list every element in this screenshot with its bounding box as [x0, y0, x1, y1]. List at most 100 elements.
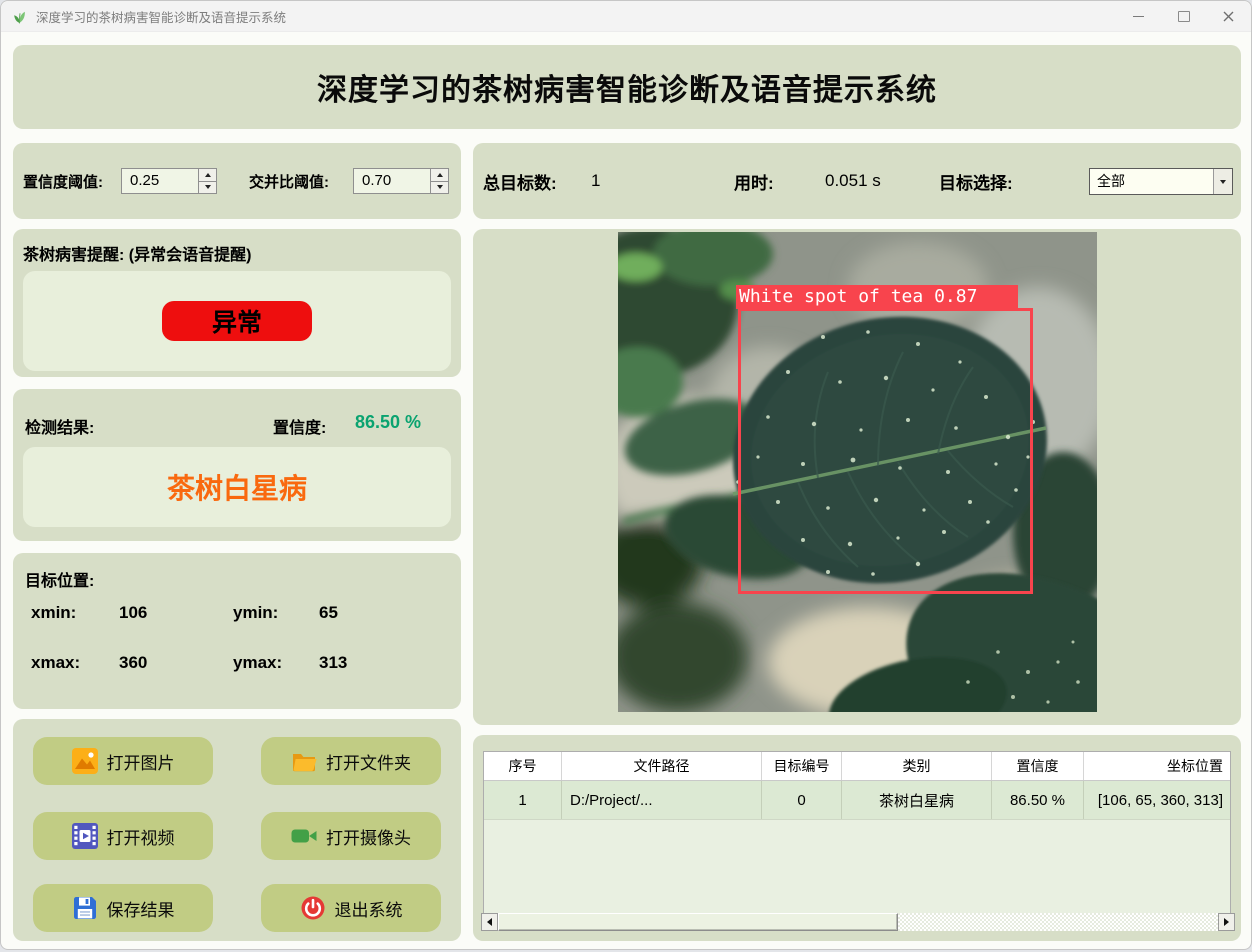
table-header-target-id: 目标编号: [762, 752, 842, 780]
open-video-button[interactable]: 打开视频: [33, 812, 213, 860]
save-icon: [72, 895, 98, 921]
open-folder-button[interactable]: 打开文件夹: [261, 737, 441, 785]
save-result-button[interactable]: 保存结果: [33, 884, 213, 932]
table-header-class: 类别: [842, 752, 992, 780]
spinner-arrows: [430, 169, 448, 193]
button-label: 打开摄像头: [326, 828, 411, 848]
cell-index: 1: [484, 781, 562, 819]
disease-name: 茶树白星病: [166, 473, 307, 504]
power-icon: [300, 895, 326, 921]
action-buttons-panel: 打开图片 打开文件夹 打开视频 打开摄像头 保存结果 退出系统: [13, 719, 461, 941]
table-header-row: 序号 文件路径 目标编号 类别 置信度 坐标位置: [484, 752, 1230, 780]
table-header-confidence: 置信度: [992, 752, 1084, 780]
minimize-icon: [1133, 15, 1144, 17]
confidence-value: 86.50 %: [355, 412, 422, 432]
right-arrow-icon: [1224, 918, 1229, 926]
stats-panel: 总目标数: 1 用时: 0.051 s 目标选择: 全部: [473, 143, 1241, 219]
results-table-panel: 序号 文件路径 目标编号 类别 置信度 坐标位置 1 D:/Project/..…: [473, 735, 1241, 941]
window-title: 深度学习的茶树病害智能诊断及语音提示系统: [36, 10, 287, 25]
total-targets-value: 1: [591, 171, 601, 190]
ymax-label: ymax:: [233, 653, 283, 672]
cell-target-id: 0: [762, 781, 842, 819]
ymax-value: 313: [319, 653, 348, 672]
close-button[interactable]: [1206, 1, 1251, 31]
button-label: 退出系统: [334, 900, 403, 920]
table-header-coords: 坐标位置: [1167, 758, 1223, 774]
up-arrow-icon: [436, 172, 443, 177]
button-label: 打开视频: [106, 828, 175, 848]
iou-threshold-value[interactable]: 0.70: [362, 169, 391, 193]
dropdown-arrow-button[interactable]: [1213, 169, 1232, 194]
maximize-button[interactable]: [1161, 1, 1206, 31]
title-bar: 深度学习的茶树病害智能诊断及语音提示系统: [1, 1, 1251, 32]
exit-system-button[interactable]: 退出系统: [261, 884, 441, 932]
app-leaf-icon: [11, 8, 28, 25]
button-label: 保存结果: [106, 900, 175, 920]
iou-threshold-label: 交并比阈值:: [249, 173, 329, 191]
horizontal-scrollbar[interactable]: [481, 913, 1235, 931]
film-icon: [71, 823, 98, 849]
table-row[interactable]: 1 D:/Project/... 0 茶树白星病 86.50 % [106, 6…: [484, 780, 1230, 819]
cell-class: 茶树白星病: [842, 781, 992, 819]
confidence-label: 置信度:: [273, 420, 327, 437]
xmax-value: 360: [119, 653, 148, 672]
spin-up-button[interactable]: [431, 169, 448, 182]
confidence-threshold-value[interactable]: 0.25: [130, 169, 159, 193]
iou-threshold-spinbox[interactable]: 0.70: [353, 168, 449, 194]
xmin-label: xmin:: [31, 603, 77, 622]
close-icon: [1223, 11, 1234, 21]
button-label: 打开文件夹: [326, 753, 411, 773]
header-panel: 深度学习的茶树病害智能诊断及语音提示系统: [13, 45, 1241, 129]
scroll-right-button[interactable]: [1218, 913, 1235, 931]
cell-filepath: D:/Project/...: [562, 781, 762, 819]
elapsed-time-value: 0.051 s: [825, 171, 881, 190]
scroll-left-button[interactable]: [481, 913, 498, 931]
cell-coords: [106, 65, 360, 313]: [1097, 791, 1223, 809]
spinner-arrows: [198, 169, 216, 193]
disease-alert-box: 异常: [23, 271, 451, 371]
left-arrow-icon: [487, 918, 492, 926]
target-select-label: 目标选择:: [939, 173, 1013, 193]
xmax-label: xmax:: [31, 653, 81, 672]
table-header-index: 序号: [484, 752, 562, 780]
confidence-threshold-spinbox[interactable]: 0.25: [121, 168, 217, 194]
ymin-label: ymin:: [233, 603, 279, 622]
scrollbar-thumb[interactable]: [498, 913, 898, 931]
open-camera-button[interactable]: 打开摄像头: [261, 812, 441, 860]
target-position-label: 目标位置:: [25, 573, 95, 590]
detection-result-panel: 检测结果: 置信度: 86.50 % 茶树白星病: [13, 389, 461, 541]
maximize-icon: [1177, 10, 1190, 22]
target-select-dropdown[interactable]: 全部: [1089, 168, 1233, 195]
detection-result-label: 检测结果:: [25, 420, 95, 437]
window-controls: [1116, 1, 1251, 31]
folder-icon: [291, 748, 317, 774]
scrollbar-track[interactable]: [498, 913, 1218, 931]
confidence-threshold-label: 置信度阈值:: [23, 173, 103, 191]
spin-up-button[interactable]: [199, 169, 216, 182]
chevron-down-icon: [1220, 179, 1226, 184]
xmin-value: 106: [119, 603, 148, 622]
disease-alert-panel: 茶树病害提醒: (异常会语音提醒) 异常: [13, 229, 461, 377]
app-window: 深度学习的茶树病害智能诊断及语音提示系统 深度学习的茶树病害智能诊断及语音提示系…: [0, 0, 1252, 950]
spin-down-button[interactable]: [199, 181, 216, 193]
table-header-filepath: 文件路径: [562, 752, 762, 780]
total-targets-label: 总目标数:: [483, 173, 557, 193]
thresholds-panel: 置信度阈值: 0.25 交并比阈值: 0.70: [13, 143, 461, 219]
target-select-value: 全部: [1097, 173, 1125, 189]
minimize-button[interactable]: [1116, 1, 1161, 31]
elapsed-time-label: 用时:: [734, 173, 774, 193]
page-title: 深度学习的茶树病害智能诊断及语音提示系统: [317, 74, 937, 107]
button-label: 打开图片: [106, 753, 175, 773]
camera-icon: [291, 823, 317, 849]
down-arrow-icon: [436, 185, 443, 190]
abnormal-status-badge: 异常: [162, 301, 312, 341]
spin-down-button[interactable]: [431, 181, 448, 193]
ymin-value: 65: [319, 603, 338, 622]
detection-bbox-label: White spot of tea 0.87: [736, 285, 1018, 309]
up-arrow-icon: [204, 172, 211, 177]
image-icon: [71, 748, 98, 774]
disease-name-box: 茶树白星病: [23, 447, 451, 527]
detection-image: White spot of tea 0.87: [618, 232, 1097, 712]
open-image-button[interactable]: 打开图片: [33, 737, 213, 785]
table-empty-area: [484, 819, 1230, 916]
